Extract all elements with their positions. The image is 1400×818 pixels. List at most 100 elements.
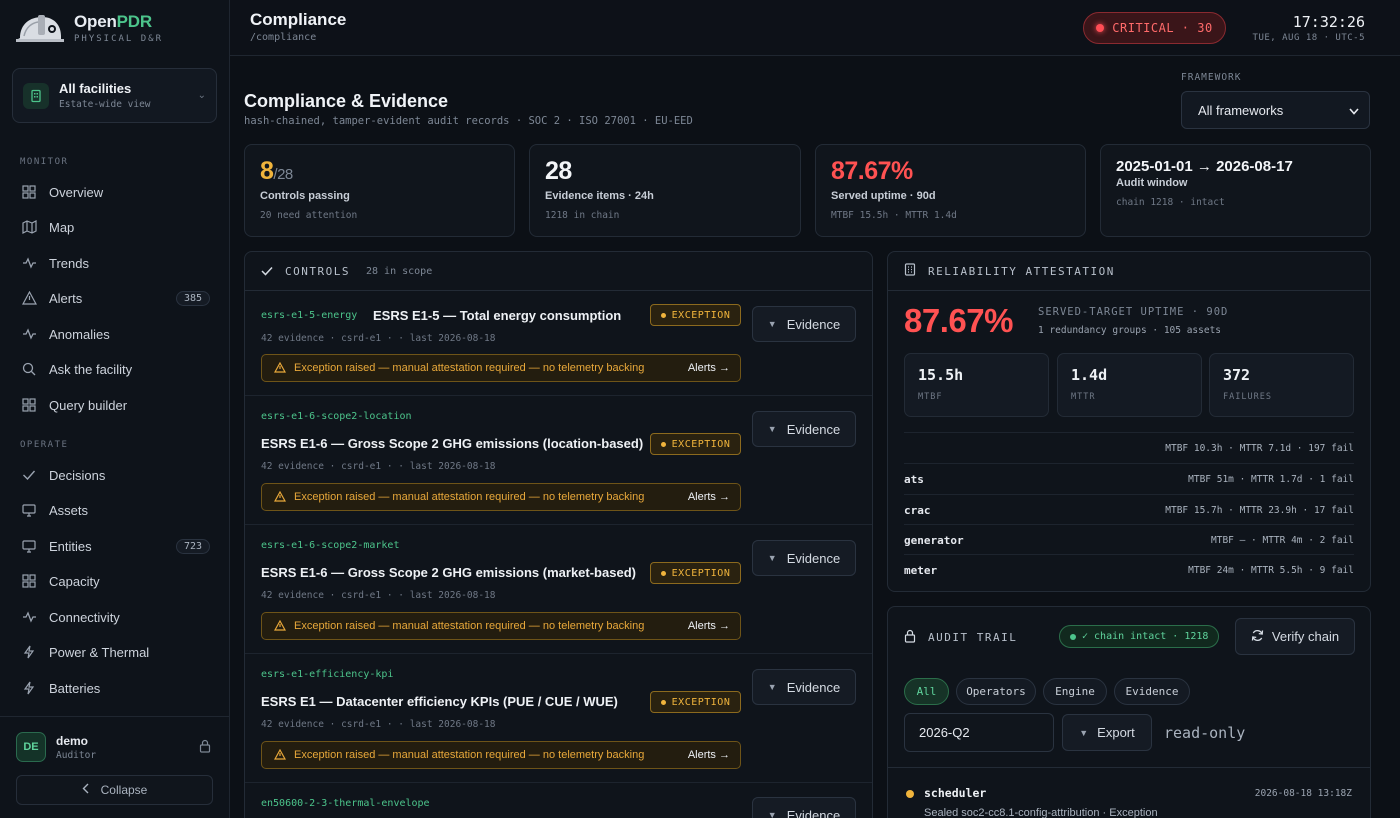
stat-value: 2025-01-01 → 2026-08-17	[1116, 158, 1293, 175]
status-badge: EXCEPTION	[650, 304, 741, 326]
reliability-row: ats MTBF 51m · MTTR 1.7d · 1 fail	[904, 463, 1354, 494]
evidence-button[interactable]: ▼ Evidence	[752, 306, 856, 342]
warning-icon	[273, 619, 287, 634]
stat-meta: 20 need attention	[260, 210, 358, 221]
stat-value: 8/28	[260, 157, 293, 185]
facility-selector[interactable]: All facilities Estate-wide view ⌄	[12, 68, 217, 123]
reliability-row: MTBF 10.3h · MTTR 7.1d · 197 fail	[904, 432, 1354, 463]
evidence-button[interactable]: ▼ Evidence	[752, 797, 856, 818]
control-row: esrs-e1-efficiency-kpi ESRS E1 — Datacen…	[245, 654, 872, 783]
sidebar-item-capacity[interactable]: Capacity	[20, 566, 210, 596]
sidebar-item-trends[interactable]: Trends	[20, 248, 210, 278]
evidence-button[interactable]: ▼ Evidence	[752, 411, 856, 447]
controls-header: CONTROLS 28 in scope	[245, 252, 872, 291]
chevron-down-icon: ▼	[767, 319, 777, 329]
control-meta: 42 evidence · csrd-e1 · · last 2026-08-1…	[261, 590, 496, 601]
control-name: ESRS E1 — Datacenter efficiency KPIs (PU…	[261, 694, 618, 709]
grid-icon	[20, 183, 38, 201]
sidebar-item-label: Entities	[49, 538, 92, 554]
chevron-down-icon: ▼	[767, 553, 777, 563]
entities-count-badge: 723	[175, 538, 210, 554]
sidebar-item-power-thermal[interactable]: Power & Thermal	[20, 637, 210, 667]
brand-name: OpenPDR	[74, 12, 152, 31]
pulse-icon	[20, 608, 38, 626]
quarter-input[interactable]: 2026-Q2	[904, 713, 1054, 752]
controls-count: 28 in scope	[365, 265, 433, 277]
asset-class-name: meter	[904, 563, 938, 577]
map-icon	[20, 218, 38, 236]
brand-subtitle: PHYSICAL D&R	[74, 34, 164, 44]
audit-trail-panel: AUDIT TRAIL ✓ chain intact · 1218 Verify…	[887, 606, 1371, 818]
user-role: Auditor	[56, 749, 97, 761]
sidebar-footer: DE demo Auditor Collapse	[0, 716, 229, 818]
control-id[interactable]: esrs-e1-5-energy	[261, 310, 357, 321]
warning-text: Exception raised — manual attestation re…	[294, 620, 645, 632]
nav-section-operate: OPERATE	[20, 440, 69, 450]
check-icon	[20, 466, 38, 484]
reliability-label: SERVED-TARGET UPTIME · 90D	[1038, 306, 1229, 318]
alerts-link[interactable]: Alerts →	[688, 362, 730, 374]
sidebar-item-map[interactable]: Map	[20, 212, 210, 242]
sidebar-item-anomalies[interactable]: Anomalies	[20, 319, 210, 349]
critical-alerts-badge[interactable]: CRITICAL · 30	[1083, 12, 1226, 44]
verify-chain-button[interactable]: Verify chain	[1235, 618, 1355, 655]
control-row: esrs-e1-6-scope2-market ESRS E1-6 — Gros…	[245, 525, 872, 654]
sidebar-item-batteries[interactable]: Batteries	[20, 673, 210, 703]
page-title: Compliance	[250, 10, 347, 29]
sidebar-item-entities[interactable]: Entities 723	[20, 531, 210, 561]
sidebar-item-query-builder[interactable]: Query builder	[20, 390, 210, 420]
filter-chip-operators[interactable]: Operators	[956, 678, 1036, 705]
stat-label: Evidence items · 24h	[545, 190, 654, 202]
control-name: ESRS E1-6 — Gross Scope 2 GHG emissions …	[261, 565, 636, 580]
control-id[interactable]: esrs-e1-6-scope2-location	[261, 411, 412, 422]
grid-icon	[20, 572, 38, 590]
stat-meta: 1218 in chain	[545, 210, 620, 221]
critical-label: CRITICAL · 30	[1112, 21, 1213, 35]
control-id[interactable]: esrs-e1-6-scope2-market	[261, 540, 399, 551]
export-button[interactable]: ▼ Export	[1062, 714, 1152, 751]
alerts-link[interactable]: Alerts →	[688, 491, 730, 503]
evidence-button[interactable]: ▼ Evidence	[752, 540, 856, 576]
chevron-down-icon: ▼	[767, 682, 777, 692]
stat-card-audit-window: 2025-01-01 → 2026-08-17 Audit window cha…	[1100, 144, 1371, 237]
chevron-down-icon: ⌄	[197, 90, 206, 101]
building-icon	[23, 82, 49, 109]
lock-icon[interactable]	[199, 739, 211, 756]
asset-class-stats: MTBF — · MTTR 4m · 2 fail	[1211, 534, 1354, 546]
collapse-button[interactable]: Collapse	[16, 775, 213, 805]
status-dot-icon	[1096, 24, 1105, 32]
framework-select[interactable]: All frameworks	[1181, 91, 1370, 129]
evidence-button[interactable]: ▼ Evidence	[752, 669, 856, 705]
user-profile[interactable]: DE demo Auditor	[16, 732, 211, 762]
reliability-subtitle: 1 redundancy groups · 105 assets	[1038, 325, 1222, 336]
brand[interactable]: OpenPDR PHYSICAL D&R	[14, 10, 163, 46]
control-id[interactable]: esrs-e1-efficiency-kpi	[261, 669, 393, 680]
clock-time: 17:32:26	[1292, 13, 1365, 31]
metric-label: FAILURES	[1223, 392, 1272, 402]
filter-chip-evidence[interactable]: Evidence	[1114, 678, 1190, 705]
metric-card-mttr: 1.4d MTTR	[1057, 353, 1202, 417]
user-name: demo	[56, 733, 89, 748]
metric-value: 372	[1223, 366, 1251, 384]
alerts-link[interactable]: Alerts →	[688, 620, 730, 632]
sidebar-item-ask-the-facility[interactable]: Ask the facility	[20, 354, 210, 384]
exception-warning: Exception raised — manual attestation re…	[261, 483, 741, 511]
sidebar-item-alerts[interactable]: Alerts 385	[20, 283, 210, 313]
metric-card-failures: 372 FAILURES	[1209, 353, 1354, 417]
alerts-link[interactable]: Alerts →	[688, 749, 730, 761]
warning-icon	[273, 748, 287, 763]
warning-icon	[273, 361, 287, 376]
exception-warning: Exception raised — manual attestation re…	[261, 354, 741, 382]
control-id[interactable]: en50600-2-3-thermal-envelope	[261, 798, 430, 809]
sidebar-item-overview[interactable]: Overview	[20, 177, 210, 207]
sidebar-item-decisions[interactable]: Decisions	[20, 460, 210, 490]
stat-value: 28	[545, 157, 572, 185]
sidebar-item-assets[interactable]: Assets	[20, 495, 210, 525]
filter-chip-all[interactable]: All	[904, 678, 949, 705]
sidebar-item-connectivity[interactable]: Connectivity	[20, 602, 210, 632]
asset-class-name: generator	[904, 533, 964, 547]
breadcrumb: /compliance	[250, 32, 317, 43]
filter-chip-engine[interactable]: Engine	[1043, 678, 1107, 705]
control-name: ESRS E1-5 — Total energy consumption	[373, 308, 622, 323]
facility-title: All facilities	[59, 81, 132, 96]
